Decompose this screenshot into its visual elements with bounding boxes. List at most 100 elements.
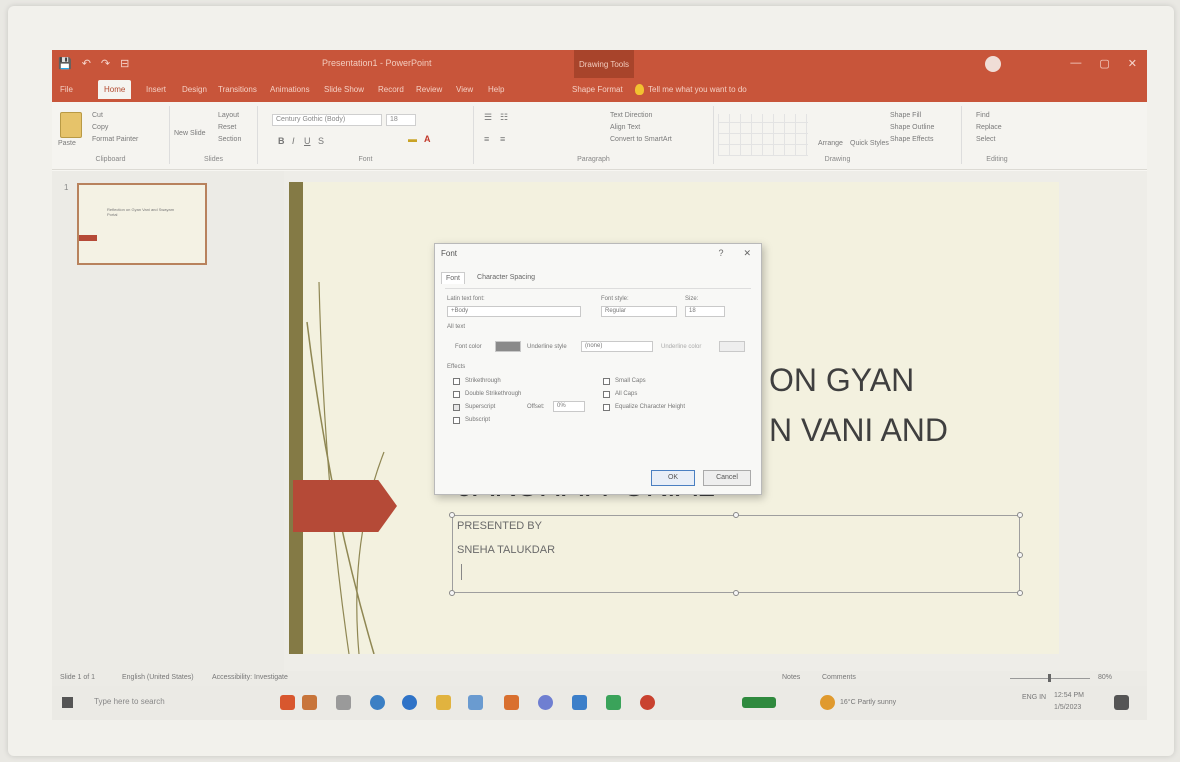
task-view-icon[interactable] bbox=[336, 695, 351, 710]
minimize-button[interactable]: — bbox=[1070, 57, 1081, 70]
present-icon[interactable]: ⊟ bbox=[120, 57, 129, 70]
tab-review[interactable]: Review bbox=[416, 85, 442, 94]
app-icon[interactable] bbox=[572, 695, 587, 710]
windows-start-icon[interactable] bbox=[62, 697, 73, 708]
all-caps-checkbox[interactable] bbox=[603, 391, 610, 398]
clock-time[interactable]: 12:54 PM bbox=[1054, 692, 1084, 699]
notes-button[interactable]: Notes bbox=[782, 674, 800, 681]
edge-icon[interactable] bbox=[370, 695, 385, 710]
font-color-picker[interactable] bbox=[495, 341, 521, 352]
replace-button[interactable]: Replace bbox=[976, 124, 1002, 131]
cut-button[interactable]: Cut bbox=[92, 112, 103, 119]
app-icon[interactable] bbox=[302, 695, 317, 710]
chrome-icon[interactable] bbox=[606, 695, 621, 710]
tab-transitions[interactable]: Transitions bbox=[218, 85, 257, 94]
tab-insert[interactable]: Insert bbox=[146, 85, 166, 94]
slide-thumbnail[interactable]: Reflection on Gyan Vani and Swayam Porta… bbox=[77, 183, 207, 265]
maximize-button[interactable]: ▢ bbox=[1099, 57, 1109, 70]
help-button[interactable]: ? bbox=[718, 248, 723, 259]
select-button[interactable]: Select bbox=[976, 136, 995, 143]
clock-date[interactable]: 1/5/2023 bbox=[1054, 704, 1081, 711]
offset-spinner[interactable]: 0% bbox=[553, 401, 585, 412]
tab-font[interactable]: Font bbox=[441, 272, 466, 284]
cancel-button[interactable]: Cancel bbox=[703, 470, 751, 486]
underline-style-select[interactable]: (none) bbox=[581, 341, 653, 352]
superscript-checkbox[interactable] bbox=[453, 404, 460, 411]
resize-handle[interactable] bbox=[733, 590, 739, 596]
tab-slide-show[interactable]: Slide Show bbox=[324, 85, 364, 94]
smartart-button[interactable]: Convert to SmartArt bbox=[610, 136, 672, 143]
arrange-button[interactable]: Arrange bbox=[818, 140, 843, 147]
equalize-height-checkbox[interactable] bbox=[603, 404, 610, 411]
tab-help[interactable]: Help bbox=[488, 85, 504, 94]
tab-home[interactable]: Home bbox=[98, 80, 132, 99]
bullets-icon[interactable]: ☰ bbox=[484, 112, 492, 123]
zoom-slider-thumb[interactable] bbox=[1048, 674, 1051, 682]
subscript-checkbox[interactable] bbox=[453, 417, 460, 424]
text-direction-button[interactable]: Text Direction bbox=[610, 112, 652, 119]
shape-effects-button[interactable]: Shape Effects bbox=[890, 136, 933, 143]
app-icon[interactable] bbox=[504, 695, 519, 710]
bold-icon[interactable]: B bbox=[278, 136, 285, 146]
reset-button[interactable]: Reset bbox=[218, 124, 236, 131]
font-color-icon[interactable]: A bbox=[424, 134, 431, 144]
shadow-icon[interactable]: S bbox=[318, 136, 324, 146]
taskbar-search[interactable]: Type here to search bbox=[94, 697, 165, 706]
underline-color-picker[interactable] bbox=[719, 341, 745, 352]
align-center-icon[interactable]: ≡ bbox=[500, 134, 505, 144]
shape-fill-button[interactable]: Shape Fill bbox=[890, 112, 921, 119]
close-button[interactable]: ✕ bbox=[1128, 57, 1137, 70]
dialog-close-button[interactable]: ✕ bbox=[743, 248, 751, 259]
resize-handle[interactable] bbox=[449, 512, 455, 518]
shapes-gallery[interactable] bbox=[718, 114, 808, 156]
numbering-icon[interactable]: ☷ bbox=[500, 112, 508, 123]
language-status[interactable]: English (United States) bbox=[122, 674, 194, 681]
comments-button[interactable]: Comments bbox=[822, 674, 856, 681]
quick-styles-button[interactable]: Quick Styles bbox=[850, 140, 889, 147]
user-avatar[interactable] bbox=[985, 56, 1001, 72]
double-strikethrough-checkbox[interactable] bbox=[453, 391, 460, 398]
resize-handle[interactable] bbox=[733, 512, 739, 518]
find-button[interactable]: Find bbox=[976, 112, 990, 119]
browser-icon[interactable] bbox=[402, 695, 417, 710]
ok-button[interactable]: OK bbox=[651, 470, 695, 486]
font-style-select[interactable]: Regular bbox=[601, 306, 677, 317]
weather-text[interactable]: 16°C Partly sunny bbox=[840, 699, 896, 706]
undo-icon[interactable]: ↶ bbox=[82, 57, 91, 70]
align-text-button[interactable]: Align Text bbox=[610, 124, 640, 131]
subtitle-placeholder[interactable]: PRESENTED BY SNEHA TALUKDAR bbox=[449, 512, 1023, 596]
font-name-select[interactable]: Century Gothic (Body) bbox=[272, 114, 382, 126]
redo-icon[interactable]: ↷ bbox=[101, 57, 110, 70]
tab-record[interactable]: Record bbox=[378, 85, 404, 94]
shape-outline-button[interactable]: Shape Outline bbox=[890, 124, 934, 131]
copy-button[interactable]: Copy bbox=[92, 124, 108, 131]
tab-animations[interactable]: Animations bbox=[270, 85, 310, 94]
resize-handle[interactable] bbox=[449, 590, 455, 596]
accessibility-status[interactable]: Accessibility: Investigate bbox=[212, 674, 288, 681]
new-slide-button[interactable]: New Slide bbox=[174, 130, 206, 137]
resize-handle[interactable] bbox=[1017, 552, 1023, 558]
tab-design[interactable]: Design bbox=[182, 85, 207, 94]
app-icon[interactable] bbox=[538, 695, 553, 710]
small-caps-checkbox[interactable] bbox=[603, 378, 610, 385]
align-left-icon[interactable]: ≡ bbox=[484, 134, 489, 144]
zoom-level[interactable]: 80% bbox=[1098, 674, 1112, 681]
underline-icon[interactable]: U bbox=[304, 136, 311, 146]
tab-file[interactable]: File bbox=[60, 85, 73, 94]
format-painter-button[interactable]: Format Painter bbox=[92, 136, 138, 143]
tab-character-spacing[interactable]: Character Spacing bbox=[473, 272, 539, 284]
latin-font-select[interactable]: +Body bbox=[447, 306, 581, 317]
save-icon[interactable]: 💾 bbox=[58, 57, 72, 70]
strikethrough-checkbox[interactable] bbox=[453, 378, 460, 385]
resize-handle[interactable] bbox=[1017, 512, 1023, 518]
notification-icon[interactable] bbox=[1114, 695, 1129, 710]
tell-me-search[interactable]: Tell me what you want to do bbox=[648, 85, 747, 94]
app-icon[interactable] bbox=[280, 695, 295, 710]
file-explorer-icon[interactable] bbox=[436, 695, 451, 710]
paste-button[interactable]: Paste bbox=[58, 140, 76, 147]
paste-icon[interactable] bbox=[60, 112, 82, 138]
section-button[interactable]: Section bbox=[218, 136, 241, 143]
language-indicator[interactable]: ENG IN bbox=[1022, 694, 1046, 701]
resize-handle[interactable] bbox=[1017, 590, 1023, 596]
size-spinner[interactable]: 18 bbox=[685, 306, 725, 317]
